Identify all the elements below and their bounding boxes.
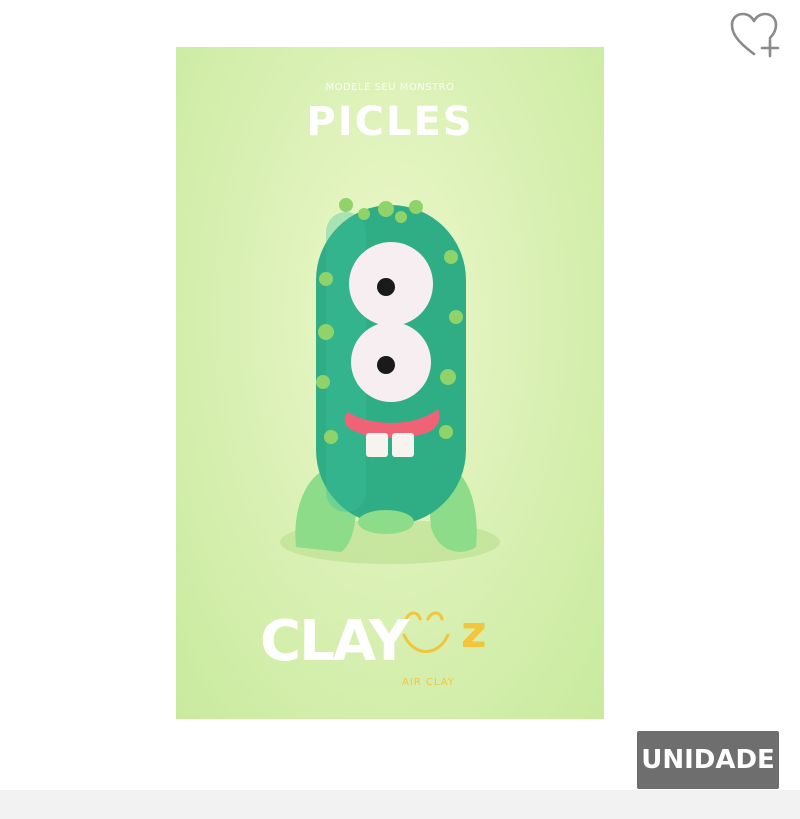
brand-logo: CLAY bbox=[260, 609, 409, 674]
unit-badge: UNIDADE bbox=[637, 731, 779, 789]
svg-text:z: z bbox=[461, 607, 487, 658]
favorite-button[interactable] bbox=[728, 10, 782, 60]
brand-subtitle: AIR CLAY bbox=[402, 677, 455, 688]
footer-bar bbox=[0, 790, 800, 819]
heart-plus-icon bbox=[730, 12, 780, 58]
product-image[interactable]: MODELE SEU MONSTRO PICLES z CLAY AIR CLA… bbox=[176, 47, 604, 719]
